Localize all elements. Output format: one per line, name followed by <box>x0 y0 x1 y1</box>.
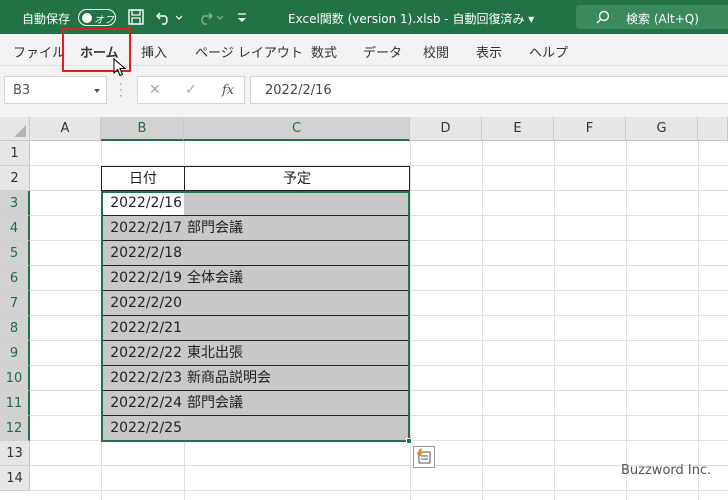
date-cell[interactable]: 2022/2/20 <box>101 291 184 316</box>
row-header-14[interactable]: 14 <box>0 466 30 491</box>
date-cell[interactable]: 2022/2/16 <box>101 191 184 216</box>
table-header-plan[interactable]: 予定 <box>184 166 410 191</box>
row-header-11[interactable]: 11 <box>0 391 30 416</box>
row-header-2[interactable]: 2 <box>0 166 30 191</box>
date-cell[interactable]: 2022/2/25 <box>101 416 184 441</box>
autosave-toggle[interactable]: オフ <box>78 9 116 26</box>
name-box[interactable]: B3 <box>4 76 107 104</box>
tab-insert[interactable]: 挿入 <box>141 42 167 61</box>
date-cell[interactable]: 2022/2/21 <box>101 316 184 341</box>
autosave-label: 自動保存 <box>22 12 71 26</box>
row-header-8[interactable]: 8 <box>0 316 30 341</box>
gridline <box>482 141 483 500</box>
save-icon[interactable] <box>127 8 145 26</box>
plan-cell[interactable] <box>184 191 410 216</box>
row-header-1[interactable]: 1 <box>0 141 30 166</box>
column-header-f[interactable]: F <box>554 117 626 141</box>
plan-cell[interactable]: 全体会議 <box>184 266 410 291</box>
row-header-13[interactable]: 13 <box>0 441 30 466</box>
tab-data[interactable]: データ <box>363 42 402 61</box>
spreadsheet-grid[interactable]: A B C D E F G 1 2 3 4 5 6 7 8 9 10 11 12… <box>0 117 728 500</box>
plan-cell[interactable] <box>184 416 410 441</box>
plan-cell[interactable] <box>184 291 410 316</box>
row-header-5[interactable]: 5 <box>0 241 30 266</box>
enter-icon[interactable]: ✓ <box>185 82 197 98</box>
document-title[interactable]: Excel関数 (version 1).xlsb - 自動回復済み ▾ <box>288 10 534 27</box>
tab-formulas[interactable]: 数式 <box>311 42 337 61</box>
column-header-d[interactable]: D <box>410 117 482 141</box>
tab-file[interactable]: ファイル <box>13 42 65 61</box>
plan-cell[interactable]: 部門会議 <box>184 216 410 241</box>
insert-function-icon[interactable]: fx <box>222 83 234 98</box>
undo-dropdown-icon[interactable] <box>174 8 184 26</box>
gridline <box>698 141 699 500</box>
formula-bar-area: B3 · · · ✕ ✓ fx 2022/2/16 <box>0 66 728 117</box>
gridline <box>30 490 728 491</box>
column-header-c[interactable]: C <box>184 117 410 141</box>
plan-cell[interactable]: 部門会議 <box>184 391 410 416</box>
row-header-7[interactable]: 7 <box>0 291 30 316</box>
undo-icon[interactable] <box>155 8 173 26</box>
row-header-3[interactable]: 3 <box>0 191 30 216</box>
plan-cell[interactable]: 東北出張 <box>184 341 410 366</box>
plan-cell[interactable]: 新商品説明会 <box>184 366 410 391</box>
row-header-10[interactable]: 10 <box>0 366 30 391</box>
table-header-date[interactable]: 日付 <box>101 166 185 191</box>
name-box-value: B3 <box>13 83 31 98</box>
column-header-a[interactable]: A <box>30 117 101 141</box>
column-header-h[interactable] <box>698 117 728 141</box>
column-header-e[interactable]: E <box>482 117 554 141</box>
more-options-icon[interactable]: · · · <box>119 78 123 102</box>
gridline <box>626 141 627 500</box>
select-all-button[interactable] <box>0 117 30 141</box>
search-box[interactable]: 検索 (Alt+Q) <box>576 5 728 29</box>
autosave-toggle-label: オフ <box>94 15 114 26</box>
row-header-6[interactable]: 6 <box>0 266 30 291</box>
redo-icon[interactable] <box>196 8 214 26</box>
gridline <box>554 141 555 500</box>
quick-analysis-button[interactable] <box>413 446 435 468</box>
date-cell[interactable]: 2022/2/24 <box>101 391 184 416</box>
fill-handle[interactable] <box>406 438 412 444</box>
column-header-b[interactable]: B <box>101 117 184 141</box>
formula-buttons: ✕ ✓ fx <box>137 76 245 104</box>
tab-review[interactable]: 校閲 <box>423 42 449 61</box>
toggle-knob <box>82 12 92 23</box>
column-header-g[interactable]: G <box>626 117 698 141</box>
chevron-down-icon[interactable] <box>94 89 100 93</box>
mouse-cursor-icon <box>113 58 127 77</box>
date-cell[interactable]: 2022/2/17 <box>101 216 184 241</box>
customize-toolbar-icon[interactable] <box>236 8 248 26</box>
date-cell[interactable]: 2022/2/18 <box>101 241 184 266</box>
row-header-9[interactable]: 9 <box>0 341 30 366</box>
tab-page-layout[interactable]: ページ レイアウト <box>195 42 303 61</box>
gridline <box>410 141 411 500</box>
search-icon <box>596 10 610 24</box>
watermark: Buzzword Inc. <box>621 463 712 478</box>
cancel-icon[interactable]: ✕ <box>149 82 161 98</box>
tab-help[interactable]: ヘルプ <box>529 42 568 61</box>
search-label: 検索 (Alt+Q) <box>626 12 699 26</box>
tab-view[interactable]: 表示 <box>476 42 502 61</box>
plan-cell[interactable] <box>184 316 410 341</box>
plan-cell[interactable] <box>184 241 410 266</box>
date-cell[interactable]: 2022/2/23 <box>101 366 184 391</box>
row-header-4[interactable]: 4 <box>0 216 30 241</box>
date-cell[interactable]: 2022/2/19 <box>101 266 184 291</box>
date-cell[interactable]: 2022/2/22 <box>101 341 184 366</box>
formula-input[interactable]: 2022/2/16 <box>250 76 728 104</box>
formula-value: 2022/2/16 <box>265 83 332 98</box>
quick-analysis-icon <box>416 448 431 464</box>
select-all-triangle <box>14 125 26 137</box>
redo-dropdown-icon[interactable] <box>215 8 225 26</box>
row-header-12[interactable]: 12 <box>0 416 30 441</box>
